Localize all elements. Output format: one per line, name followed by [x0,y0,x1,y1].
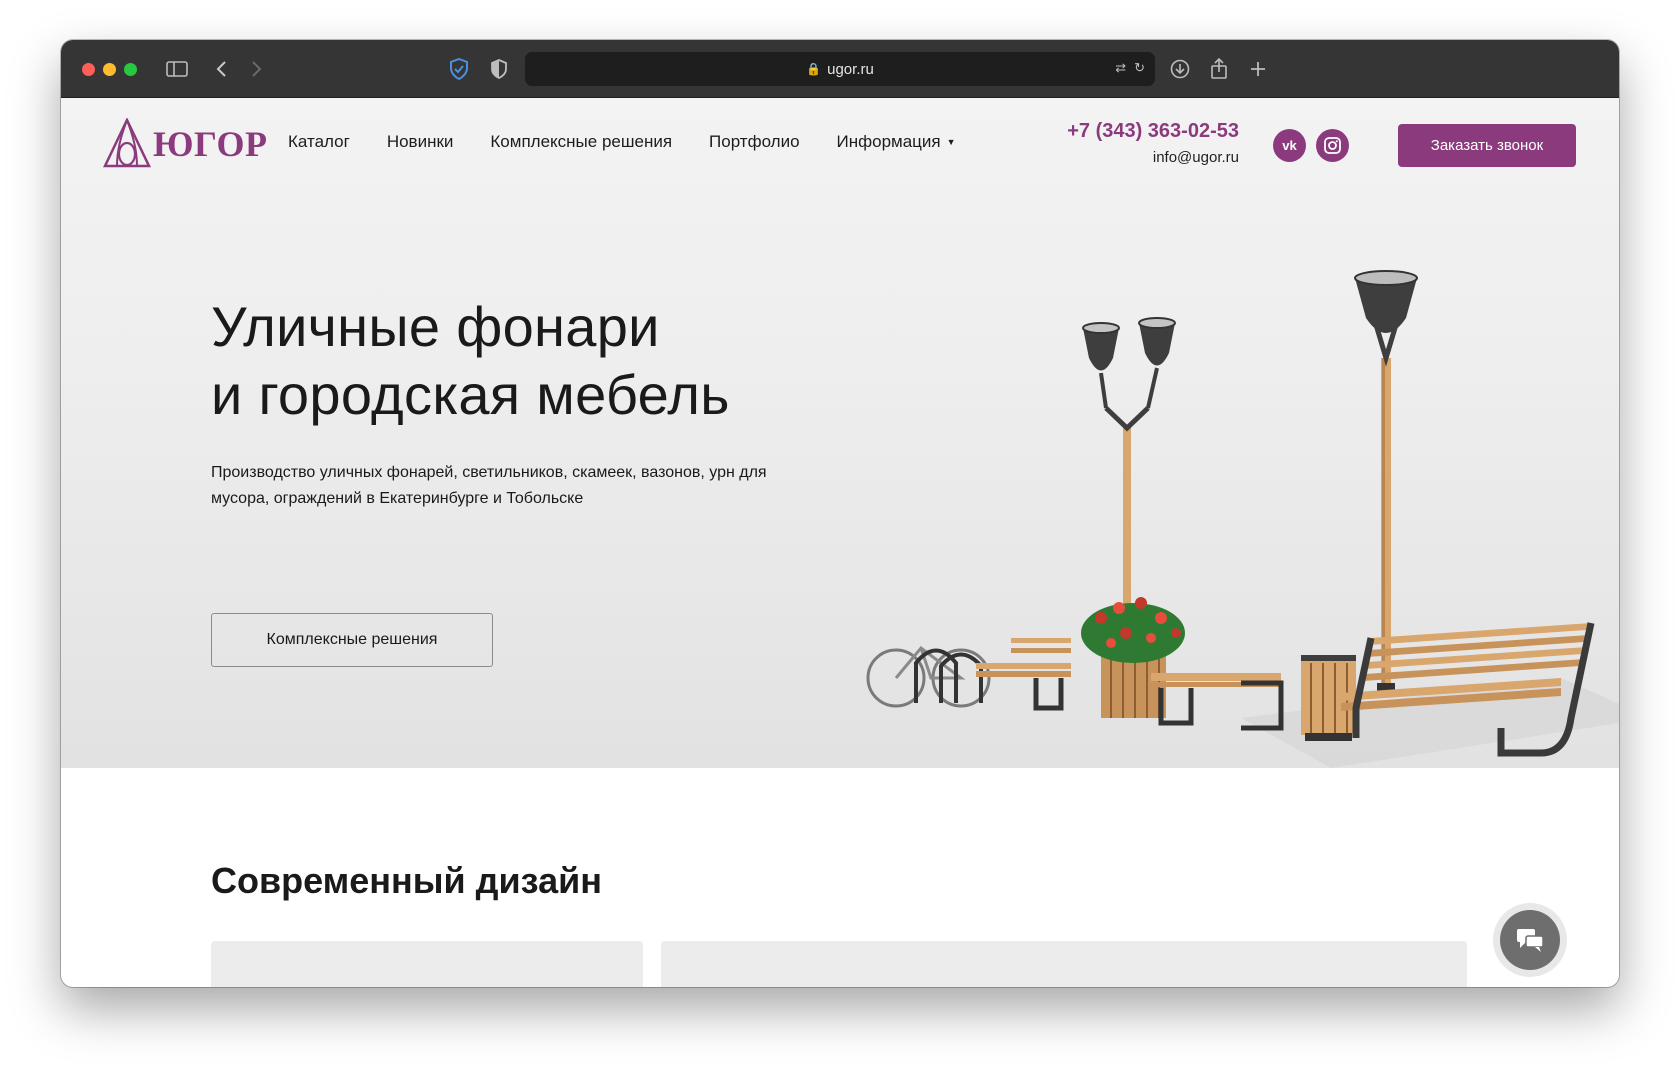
privacy-shield-icon[interactable] [447,57,471,81]
sidebar-toggle-icon[interactable] [165,57,189,81]
nav-item-portfolio[interactable]: Портфолио [709,132,799,152]
vk-glyph: vk [1282,138,1297,153]
hero-title-line1: Уличные фонари [211,295,660,358]
forward-icon[interactable] [245,57,269,81]
browser-toolbar: 🔒 ugor.ru ⇄ ↻ [61,40,1619,98]
zoom-window-button[interactable] [124,63,137,76]
url-text: ugor.ru [827,60,874,78]
vk-icon[interactable]: vk [1273,129,1306,162]
logo-text: ЮГОР [153,124,268,164]
street-furniture-illustration [866,270,1619,768]
minimize-window-button[interactable] [103,63,116,76]
hero-section: ЮГОР Каталог Новинки Комплексные решения… [61,98,1619,768]
small-bench-illustration [976,638,1071,711]
hero-title: Уличные фонари и городская мебель [211,293,730,429]
new-tab-icon[interactable] [1246,57,1270,81]
chat-icon [1500,910,1560,970]
logo-mark-icon [103,118,151,168]
lock-icon: 🔒 [806,62,822,76]
tall-lamp-illustration [1354,270,1418,691]
site-header: ЮГОР Каталог Новинки Комплексные решения… [61,98,1619,194]
phone-link[interactable]: +7 (343) 363-02-53 [1067,120,1239,143]
design-card[interactable] [211,941,643,987]
chevron-down-icon: ▼ [946,137,956,147]
site-logo[interactable]: ЮГОР [103,118,268,170]
design-card[interactable] [661,941,1467,987]
nav-item-solutions[interactable]: Комплексные решения [490,132,672,152]
nav-item-new[interactable]: Новинки [387,132,454,152]
reload-icon[interactable]: ↻ [1134,60,1145,76]
web-page: ЮГОР Каталог Новинки Комплексные решения… [61,98,1619,987]
main-nav: Каталог Новинки Комплексные решения Порт… [288,132,993,152]
nav-item-catalog[interactable]: Каталог [288,132,350,152]
address-bar[interactable]: 🔒 ugor.ru ⇄ ↻ [525,52,1155,86]
content-blocker-icon[interactable] [487,57,511,81]
complex-solutions-button[interactable]: Комплексные решения [211,613,493,667]
browser-window: 🔒 ugor.ru ⇄ ↻ ЮГОР Каталог Новинки Компл… [61,40,1619,987]
back-icon[interactable] [209,57,233,81]
contacts-block: +7 (343) 363-02-53 info@ugor.ru [1067,120,1239,166]
hero-title-line2: и городская мебель [211,363,730,426]
chat-widget-button[interactable] [1493,903,1567,977]
nav-item-info-label: Информация [836,132,941,151]
downloads-icon[interactable] [1168,57,1192,81]
nav-item-info[interactable]: Информация ▼ [837,132,956,152]
planter-illustration [1081,597,1185,718]
order-call-button[interactable]: Заказать звонок [1398,124,1576,167]
section-title: Современный дизайн [211,860,602,901]
share-icon[interactable] [1207,57,1231,81]
bike-rack-illustration [866,645,991,708]
close-window-button[interactable] [82,63,95,76]
translate-icon[interactable]: ⇄ [1115,60,1126,76]
instagram-icon[interactable] [1316,129,1349,162]
email-link[interactable]: info@ugor.ru [1067,149,1239,166]
hero-subtitle: Производство уличных фонарей, светильник… [211,464,767,507]
